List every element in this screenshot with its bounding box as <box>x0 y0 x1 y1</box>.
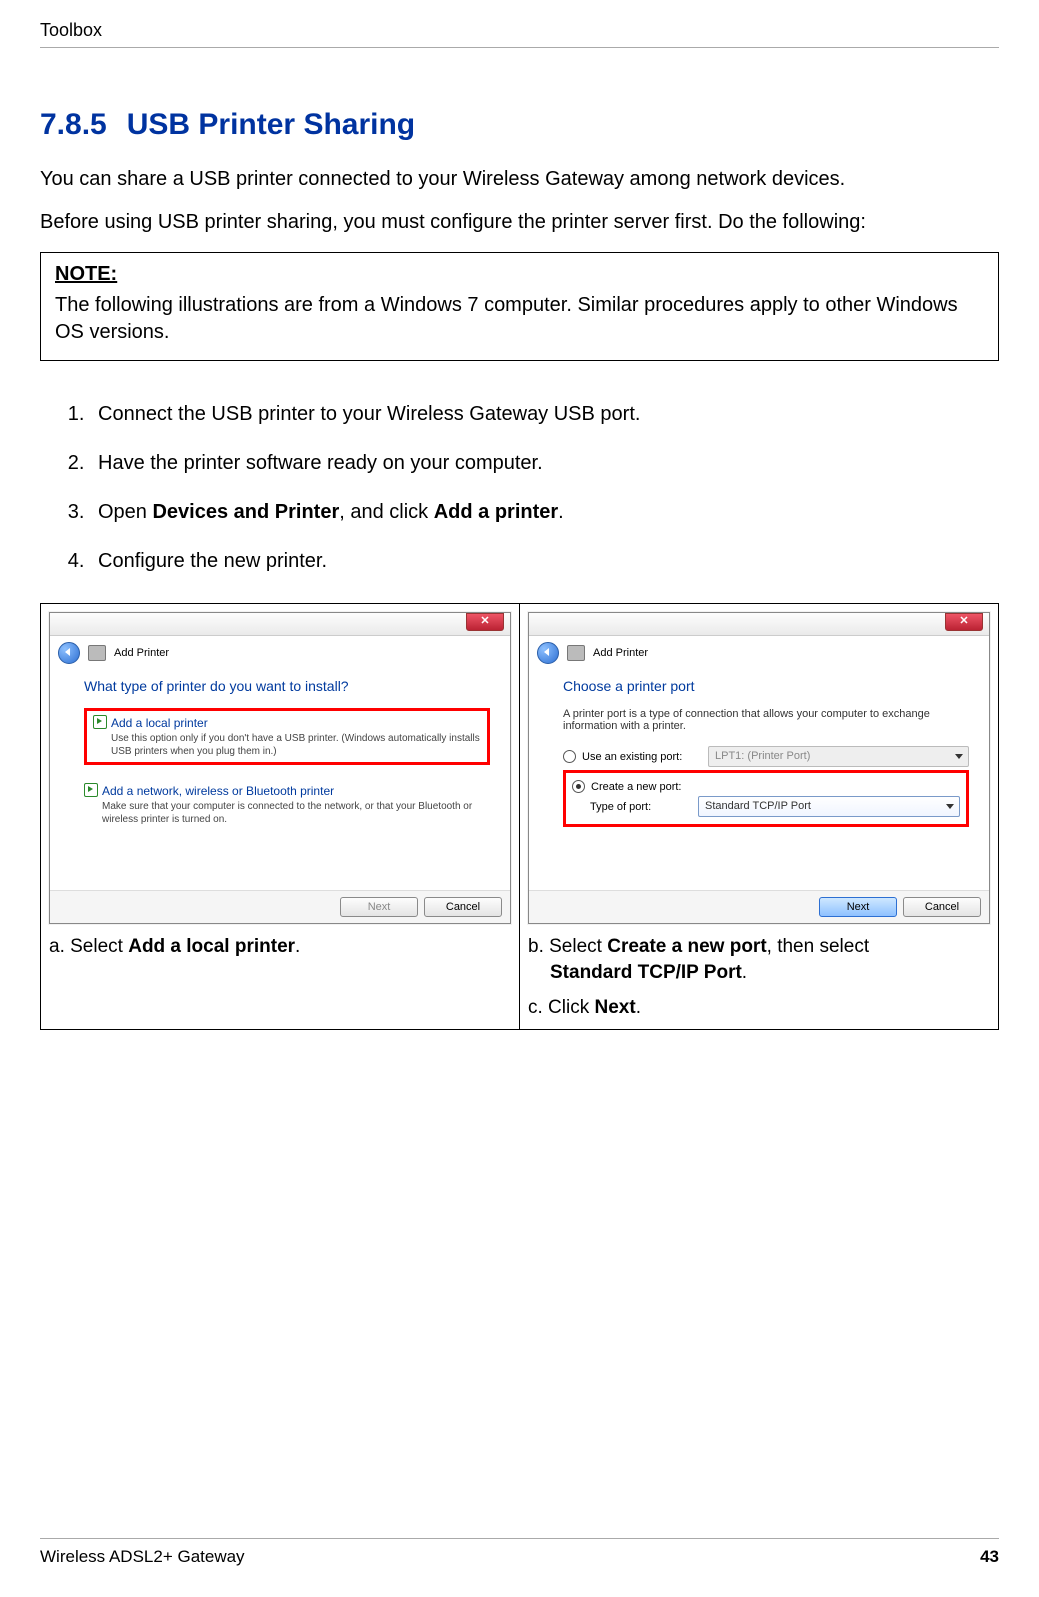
caption-c-pre: c. Click <box>528 997 595 1018</box>
radio-use-existing-port[interactable]: Use an existing port: LPT1: (Printer Por… <box>563 746 969 767</box>
step-2: Have the printer software ready on your … <box>90 450 999 477</box>
section-heading: 7.8.5 USB Printer Sharing <box>40 108 999 142</box>
next-button[interactable]: Next <box>340 897 418 917</box>
step-1: Connect the USB printer to your Wireless… <box>90 401 999 428</box>
step-4: Configure the new printer. <box>90 548 999 575</box>
back-icon[interactable] <box>58 642 80 664</box>
dialog-nav-row: Add Printer <box>529 636 989 668</box>
step-3-text-c: . <box>558 501 564 523</box>
dialog-add-printer-type: ✕ Add Printer What type of printer do yo… <box>49 612 511 924</box>
arrow-icon <box>84 783 98 797</box>
type-of-port-row: Type of port: Standard TCP/IP Port <box>590 796 960 817</box>
close-icon[interactable]: ✕ <box>466 613 504 631</box>
step-3-text-b: , and click <box>339 501 433 523</box>
caption-b-mid: , then select <box>767 936 869 957</box>
radio-label: Create a new port: <box>591 781 682 793</box>
screenshot-cell-b: ✕ Add Printer Choose a printer port A pr… <box>520 604 998 1029</box>
back-icon[interactable] <box>537 642 559 664</box>
dialog-footer: Next Cancel <box>529 890 989 923</box>
dialog-heading: What type of printer do you want to inst… <box>84 678 490 694</box>
dialog-choose-port: ✕ Add Printer Choose a printer port A pr… <box>528 612 990 924</box>
caption-b-bold2: Standard TCP/IP Port <box>550 962 742 983</box>
note-label: NOTE: <box>55 263 984 286</box>
caption-c-bold: Next <box>595 997 636 1018</box>
option-title: Add a network, wireless or Bluetooth pri… <box>102 784 334 798</box>
caption-b: b. Select Create a new port, then select… <box>528 934 990 985</box>
section-title: USB Printer Sharing <box>127 108 415 141</box>
step-3-bold-1: Devices and Printer <box>152 501 339 523</box>
step-3: Open Devices and Printer, and click Add … <box>90 499 999 526</box>
note-box: NOTE: The following illustrations are fr… <box>40 252 999 361</box>
dialog-window-title: Add Printer <box>114 647 169 659</box>
step-3-text-a: Open <box>98 501 152 523</box>
caption-a-post: . <box>295 936 300 957</box>
next-button[interactable]: Next <box>819 897 897 917</box>
type-of-port-label: Type of port: <box>590 801 692 813</box>
cancel-button[interactable]: Cancel <box>424 897 502 917</box>
arrow-icon <box>93 715 107 729</box>
caption-c-post: . <box>636 997 641 1018</box>
dialog-heading: Choose a printer port <box>563 678 969 694</box>
dialog-nav-row: Add Printer <box>50 636 510 668</box>
option-desc: Make sure that your computer is connecte… <box>102 800 490 826</box>
footer-product: Wireless ADSL2+ Gateway <box>40 1547 245 1567</box>
steps-list: Connect the USB printer to your Wireless… <box>40 391 999 597</box>
intro-paragraph-1: You can share a USB printer connected to… <box>40 166 999 193</box>
existing-port-combo[interactable]: LPT1: (Printer Port) <box>708 746 969 767</box>
header-section-title: Toolbox <box>40 20 102 40</box>
printer-icon <box>88 645 106 661</box>
dialog-body: What type of printer do you want to inst… <box>50 668 510 890</box>
radio-label: Use an existing port: <box>582 751 702 763</box>
caption-b-pre: b. Select <box>528 936 607 957</box>
highlight-create-new-port: Create a new port: Type of port: Standar… <box>563 770 969 827</box>
radio-icon <box>563 750 576 763</box>
screenshot-cell-a: ✕ Add Printer What type of printer do yo… <box>41 604 520 1029</box>
option-add-local-printer[interactable]: Add a local printer Use this option only… <box>84 708 490 765</box>
cancel-button[interactable]: Cancel <box>903 897 981 917</box>
printer-icon <box>567 645 585 661</box>
screenshot-grid: ✕ Add Printer What type of printer do yo… <box>40 603 999 1030</box>
caption-a: a. Select Add a local printer. <box>49 934 511 960</box>
intro-paragraph-2: Before using USB printer sharing, you mu… <box>40 209 999 236</box>
dialog-body: Choose a printer port A printer port is … <box>529 668 989 890</box>
caption-a-bold: Add a local printer <box>128 936 295 957</box>
footer-page-number: 43 <box>980 1547 999 1567</box>
radio-create-new-port[interactable]: Create a new port: <box>572 780 960 793</box>
caption-a-pre: a. Select <box>49 936 128 957</box>
page-header: Toolbox <box>40 20 999 48</box>
note-text: The following illustrations are from a W… <box>55 294 958 343</box>
option-desc: Use this option only if you don't have a… <box>111 732 481 758</box>
radio-icon <box>572 780 585 793</box>
dialog-titlebar: ✕ <box>529 613 989 636</box>
dialog-titlebar: ✕ <box>50 613 510 636</box>
caption-b-bold1: Create a new port <box>607 936 766 957</box>
option-title: Add a local printer <box>111 716 208 730</box>
page-footer: Wireless ADSL2+ Gateway 43 <box>40 1538 999 1567</box>
type-of-port-combo[interactable]: Standard TCP/IP Port <box>698 796 960 817</box>
dialog-subtext: A printer port is a type of connection t… <box>563 708 969 732</box>
dialog-footer: Next Cancel <box>50 890 510 923</box>
caption-c: c. Click Next. <box>528 995 990 1021</box>
close-icon[interactable]: ✕ <box>945 613 983 631</box>
section-number: 7.8.5 <box>40 108 107 141</box>
step-3-bold-2: Add a printer <box>434 501 558 523</box>
dialog-window-title: Add Printer <box>593 647 648 659</box>
option-add-network-printer[interactable]: Add a network, wireless or Bluetooth pri… <box>84 783 490 826</box>
caption-b-post: . <box>742 962 747 983</box>
